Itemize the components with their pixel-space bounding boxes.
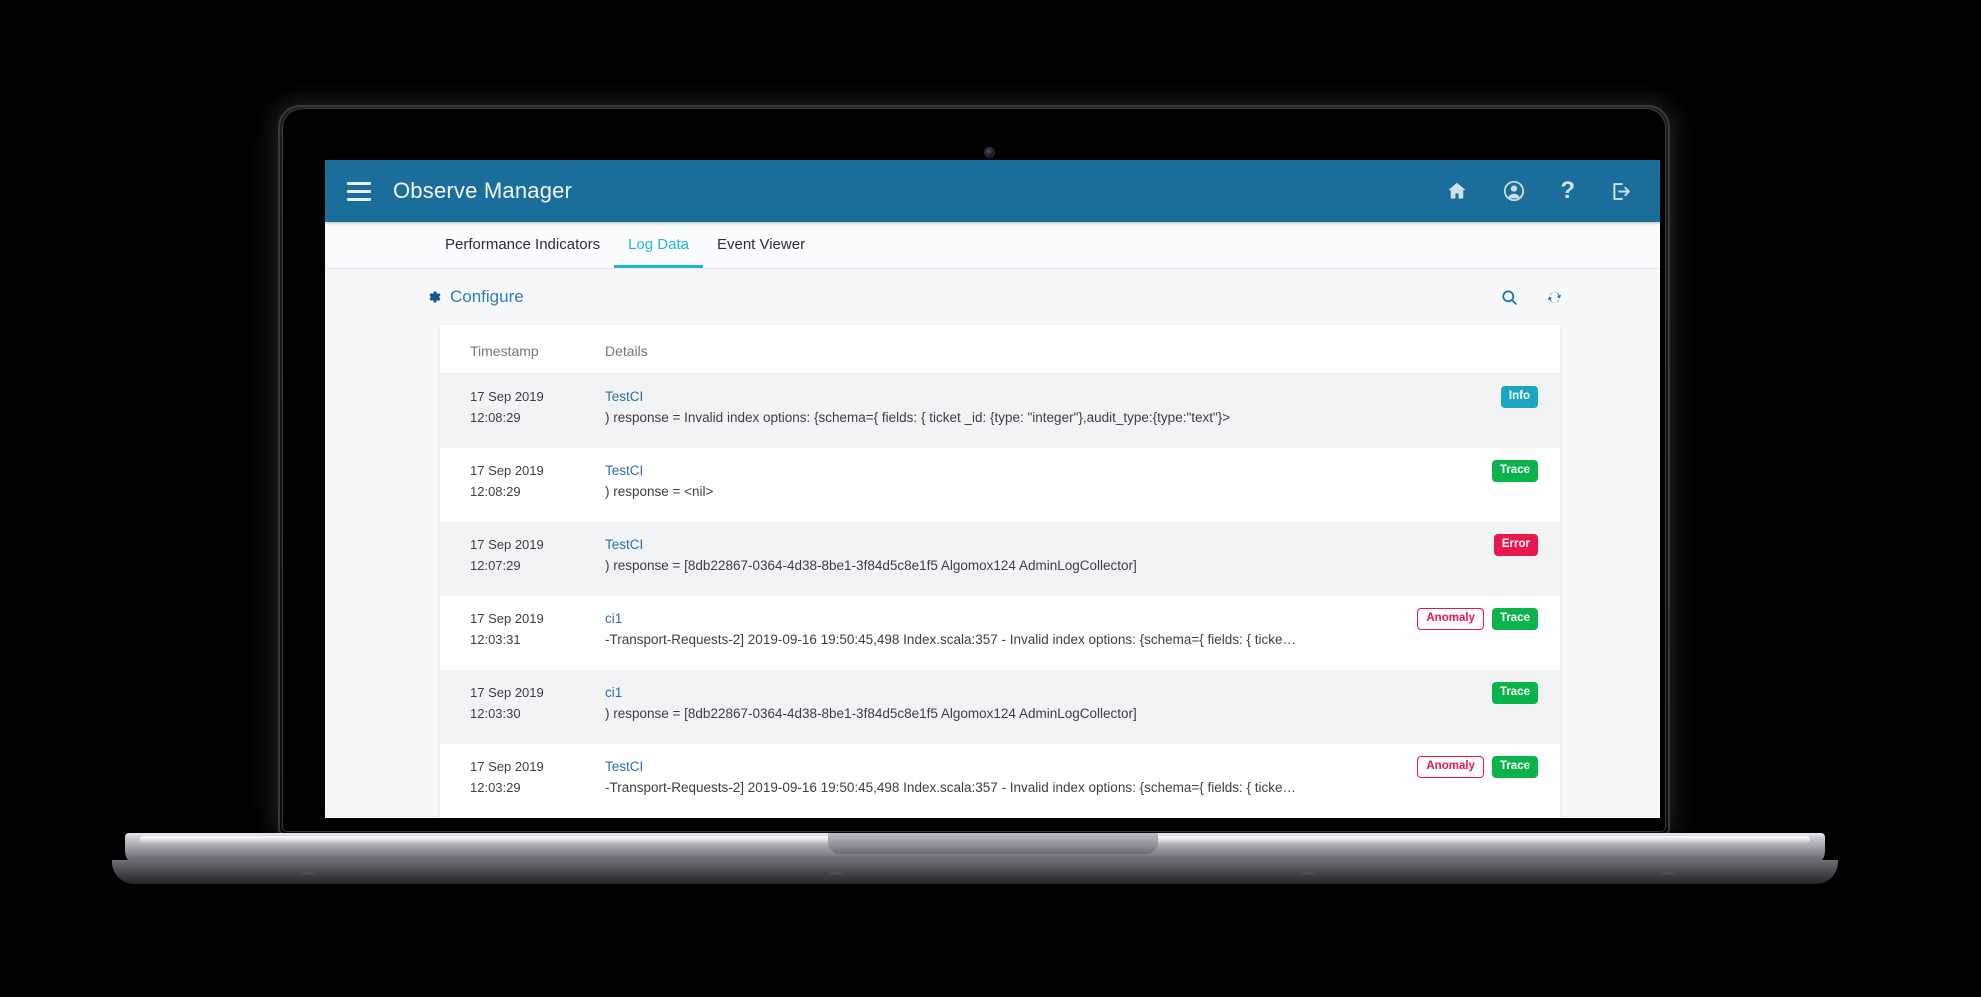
timestamp-time: 12:08:29 [470, 484, 521, 499]
toolbar-actions [1500, 288, 1564, 307]
timestamp-cell: 17 Sep 2019 12:08:29 [440, 386, 605, 428]
details-source-link[interactable]: ci1 [605, 682, 1400, 703]
table-row[interactable]: 17 Sep 2019 12:03:30 ci1 ) response = [8… [440, 670, 1560, 744]
table-row[interactable]: 17 Sep 2019 12:08:29 TestCI ) response =… [440, 374, 1560, 448]
status-badge: Trace [1491, 460, 1538, 482]
search-icon[interactable] [1500, 288, 1519, 307]
timestamp-date: 17 Sep 2019 [470, 611, 544, 626]
timestamp-time: 12:03:30 [470, 706, 521, 721]
hamburger-icon[interactable] [347, 181, 371, 201]
details-source-link[interactable]: TestCI [605, 756, 1400, 777]
details-message: ) response = Invalid index options: {sch… [605, 410, 1231, 425]
laptop-foot [300, 870, 316, 875]
timestamp-date: 17 Sep 2019 [470, 759, 544, 774]
home-icon[interactable] [1446, 180, 1468, 202]
details-message: ) response = [8db22867-0364-4d38-8be1-3f… [605, 558, 1137, 573]
details-message: -Transport-Requests-2] 2019-09-16 19:50:… [605, 780, 1297, 795]
app-header: Observe Manager ? [325, 160, 1660, 222]
gear-icon [425, 289, 441, 305]
configure-button[interactable]: Configure [425, 287, 524, 307]
anomaly-badge: Anomaly [1417, 608, 1484, 630]
column-header-details: Details [605, 343, 648, 359]
details-source-link[interactable]: TestCI [605, 386, 1400, 407]
laptop-foot [830, 870, 846, 875]
status-badge: Trace [1491, 608, 1538, 630]
status-badge: Trace [1491, 756, 1538, 778]
logout-icon[interactable] [1609, 180, 1632, 203]
timestamp-cell: 17 Sep 2019 12:08:29 [440, 460, 605, 502]
laptop-screen: Observe Manager ? Performance Indicators… [325, 160, 1660, 818]
help-icon[interactable]: ? [1560, 179, 1575, 203]
row-badges: Trace [1491, 460, 1538, 482]
content-toolbar: Configure [325, 269, 1660, 325]
table-row[interactable]: 17 Sep 2019 12:07:29 TestCI ) response =… [440, 522, 1560, 596]
details-source-link[interactable]: ci1 [605, 608, 1400, 629]
details-message: ) response = <nil> [605, 484, 714, 499]
details-cell: TestCI ) response = Invalid index option… [605, 386, 1560, 428]
anomaly-badge: Anomaly [1417, 756, 1484, 778]
table-row[interactable]: 17 Sep 2019 12:03:31 ci1 -Transport-Requ… [440, 596, 1560, 670]
details-message: -Transport-Requests-2] 2019-09-16 19:50:… [605, 632, 1297, 647]
timestamp-date: 17 Sep 2019 [470, 685, 544, 700]
timestamp-date: 17 Sep 2019 [470, 389, 544, 404]
screenshot-stage: Observe Manager ? Performance Indicators… [0, 0, 1981, 997]
timestamp-cell: 17 Sep 2019 12:03:31 [440, 608, 605, 650]
laptop-base-bottom [112, 860, 1838, 884]
details-cell: TestCI ) response = [8db22867-0364-4d38-… [605, 534, 1560, 576]
app-header-actions: ? [1446, 179, 1632, 203]
laptop-base-notch [828, 833, 1158, 854]
app-title: Observe Manager [393, 178, 573, 203]
timestamp-time: 12:03:31 [470, 632, 521, 647]
timestamp-cell: 17 Sep 2019 12:03:29 [440, 756, 605, 798]
column-header-timestamp: Timestamp [470, 343, 539, 359]
timestamp-time: 12:08:29 [470, 410, 521, 425]
timestamp-cell: 17 Sep 2019 12:03:30 [440, 682, 605, 724]
status-badge: Trace [1491, 682, 1538, 704]
timestamp-time: 12:03:29 [470, 780, 521, 795]
table-row[interactable]: 17 Sep 2019 12:08:29 TestCI ) response =… [440, 448, 1560, 522]
table-header: Timestamp Details [440, 325, 1560, 374]
timestamp-time: 12:07:29 [470, 558, 521, 573]
row-badges: Error [1493, 534, 1538, 556]
details-cell: ci1 ) response = [8db22867-0364-4d38-8be… [605, 682, 1560, 724]
row-badges: Trace [1491, 682, 1538, 704]
timestamp-date: 17 Sep 2019 [470, 537, 544, 552]
row-badges: Anomaly Trace [1417, 756, 1538, 778]
details-source-link[interactable]: TestCI [605, 534, 1400, 555]
configure-label: Configure [450, 287, 524, 306]
refresh-icon[interactable] [1545, 288, 1564, 307]
status-badge: Info [1500, 386, 1538, 408]
timestamp-cell: 17 Sep 2019 12:07:29 [440, 534, 605, 576]
log-table-card: Timestamp Details 17 Sep 2019 12:08:29 T… [440, 325, 1560, 818]
table-row[interactable]: 17 Sep 2019 12:03:29 TestCI -Transport-R… [440, 744, 1560, 818]
tab-event-viewer[interactable]: Event Viewer [703, 236, 819, 268]
details-cell: TestCI ) response = <nil> [605, 460, 1560, 502]
webcam-icon [985, 148, 994, 157]
row-badges: Info [1500, 386, 1538, 408]
row-badges: Anomaly Trace [1417, 608, 1538, 630]
details-message: ) response = [8db22867-0364-4d38-8be1-3f… [605, 706, 1137, 721]
status-badge: Error [1493, 534, 1538, 556]
tab-log-data[interactable]: Log Data [614, 236, 703, 268]
tab-bar: Performance Indicators Log Data Event Vi… [325, 222, 1660, 269]
laptop-foot [1300, 870, 1316, 875]
tab-performance-indicators[interactable]: Performance Indicators [431, 236, 614, 268]
laptop-foot [1660, 870, 1676, 875]
details-source-link[interactable]: TestCI [605, 460, 1400, 481]
timestamp-date: 17 Sep 2019 [470, 463, 544, 478]
account-icon[interactable] [1502, 179, 1526, 203]
